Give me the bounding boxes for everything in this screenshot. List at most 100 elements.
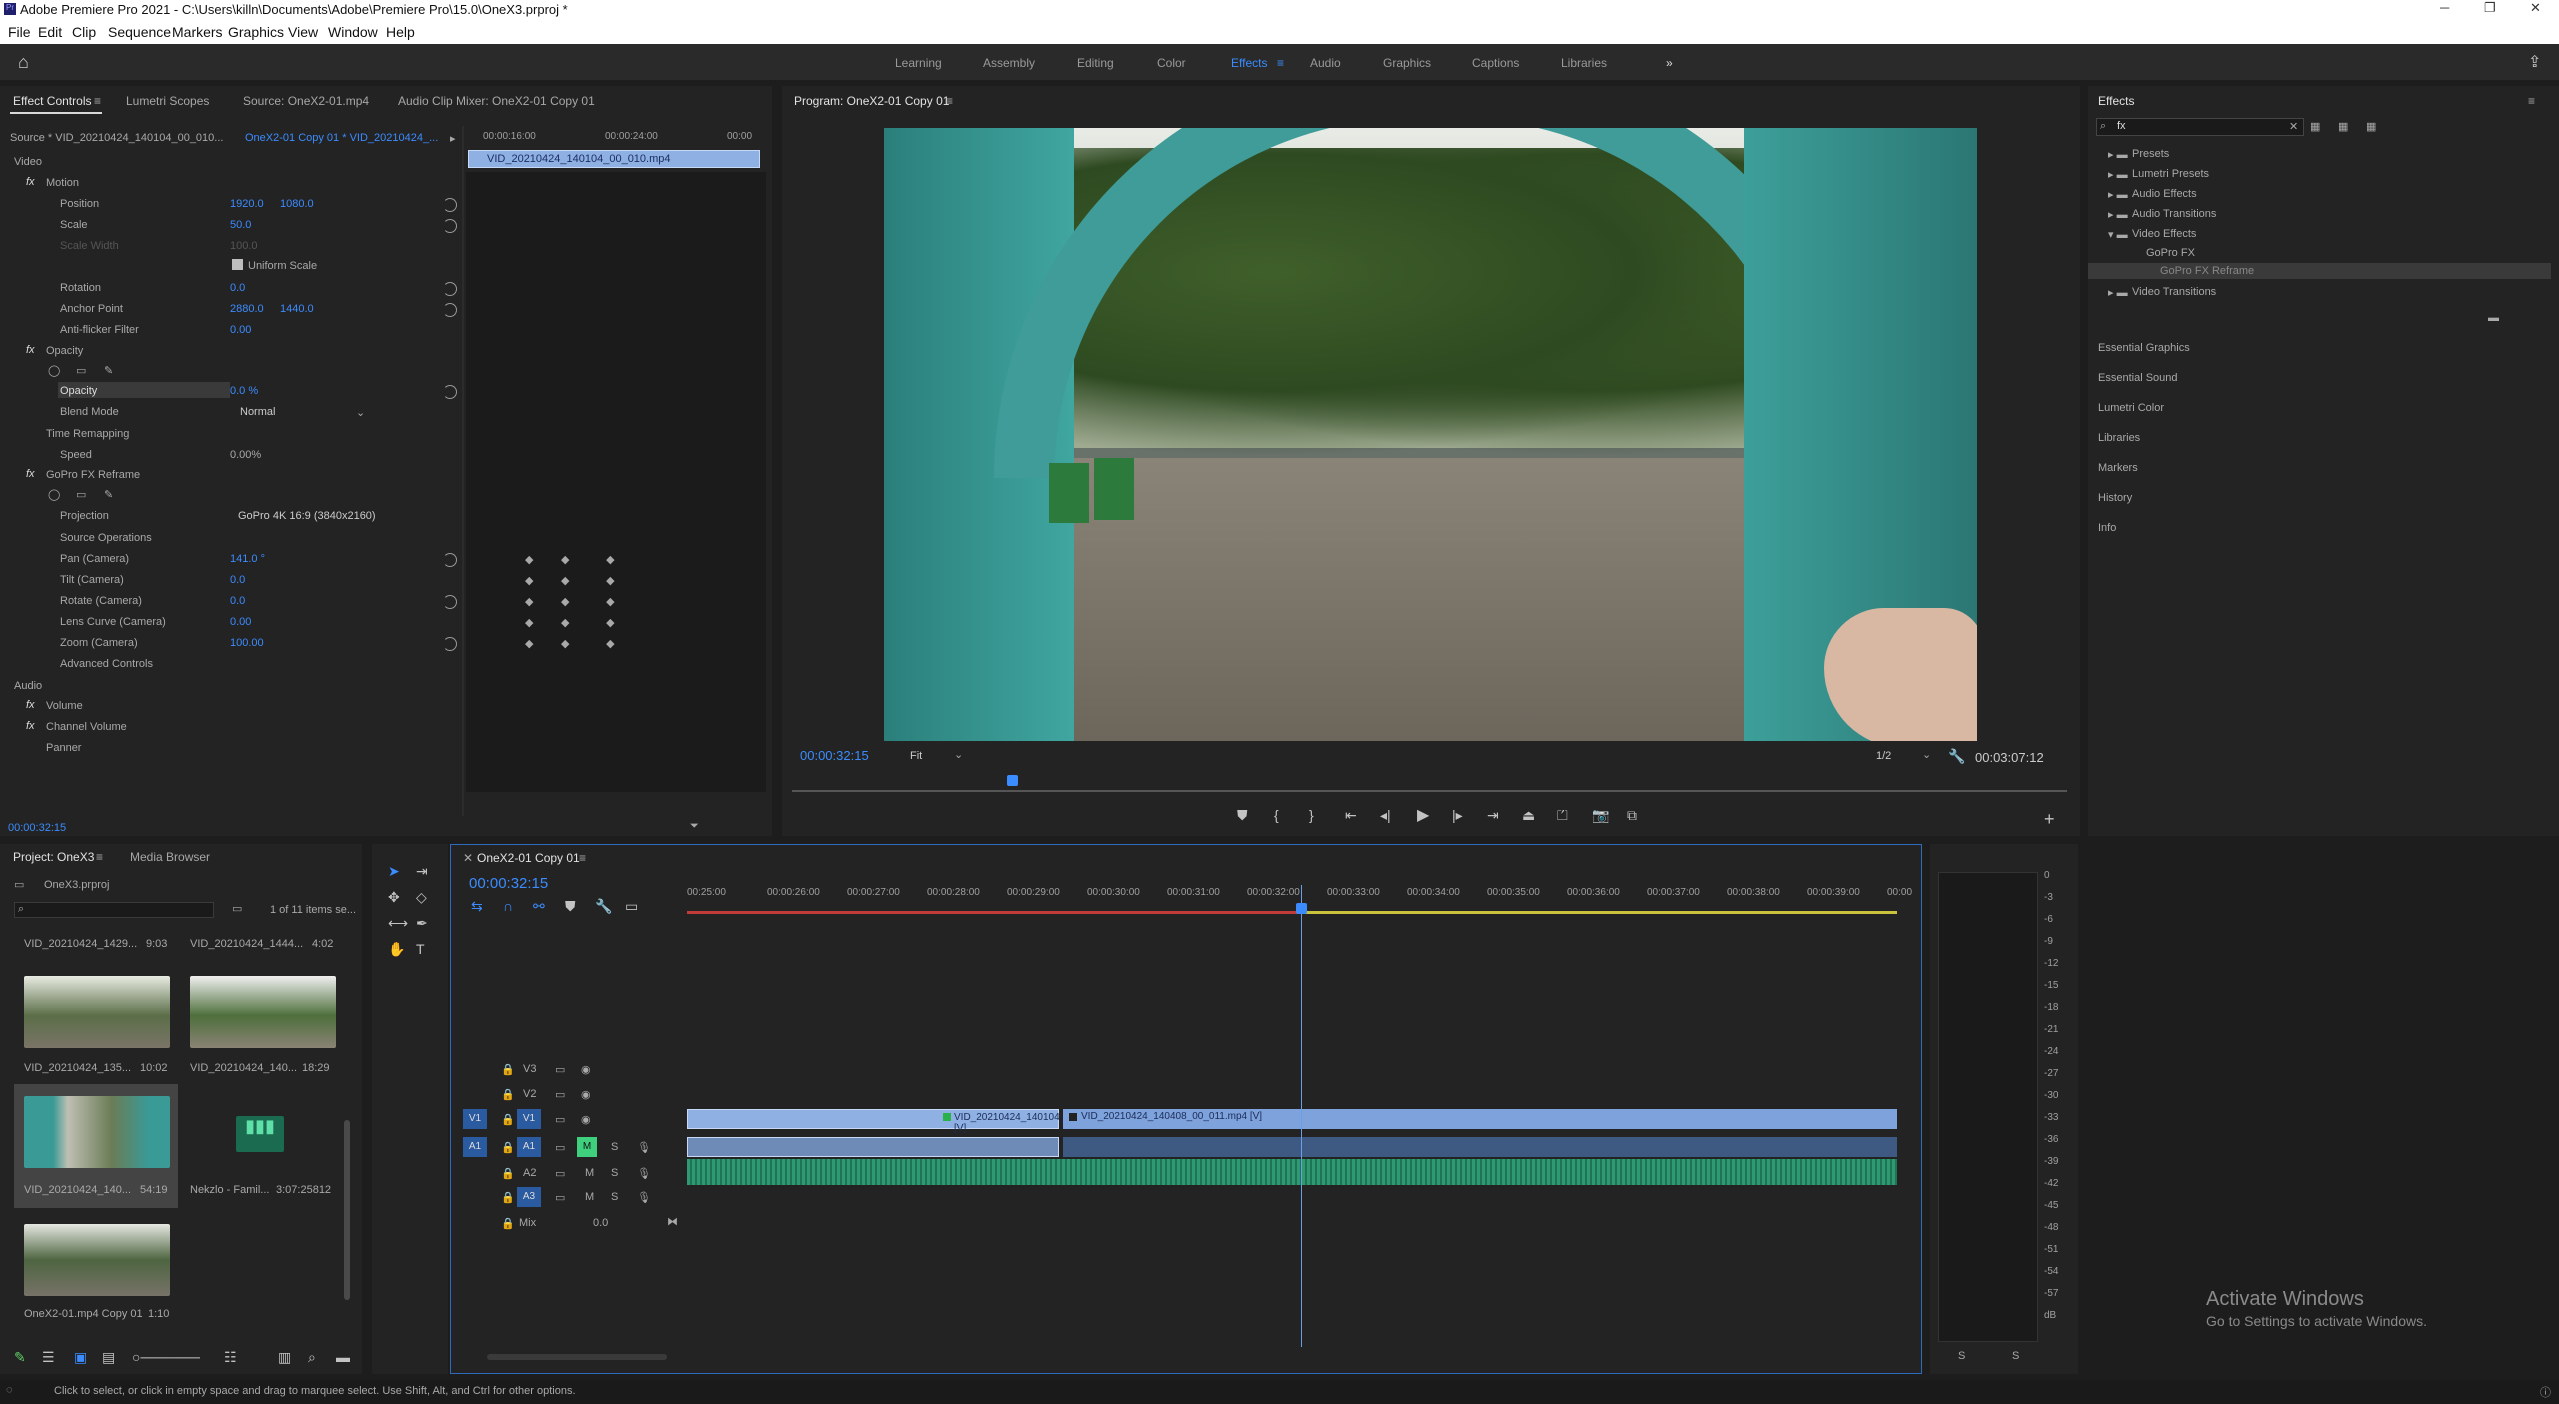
position-y[interactable]: 1080.0 [280, 198, 314, 210]
source-patch-a1[interactable]: A1 [463, 1137, 487, 1157]
go-to-out-icon[interactable]: ⇥ [1487, 808, 1499, 822]
timeline-close-icon[interactable]: ✕ [463, 851, 473, 865]
share-icon[interactable]: ⇪ [2528, 52, 2541, 72]
step-back-icon[interactable]: ◂| [1380, 808, 1391, 822]
reset-icon[interactable] [443, 219, 457, 233]
track-label-v1[interactable]: V1 [517, 1109, 541, 1129]
timeline-menu-icon[interactable]: ≡ [579, 851, 586, 865]
workspace-audio[interactable]: Audio [1310, 56, 1341, 70]
thumbnail[interactable] [24, 1224, 170, 1296]
a1-mute-button[interactable]: M [577, 1137, 597, 1157]
a2-sync-icon[interactable]: ▭ [555, 1167, 565, 1180]
workspace-menu-icon[interactable]: ≡ [1277, 56, 1284, 70]
a2-mute-button[interactable]: M [585, 1167, 594, 1179]
scrub-playhead[interactable] [1007, 775, 1018, 786]
effects-search-box[interactable]: ⌕ fx ✕ [2096, 118, 2304, 136]
tree-gopro-fx[interactable]: GoPro FX [2146, 247, 2195, 259]
a3-solo-button[interactable]: S [611, 1191, 618, 1203]
selection-tool-icon[interactable]: ➤ [388, 864, 400, 878]
effects-section-libraries[interactable]: Libraries [2098, 432, 2140, 444]
menu-window[interactable]: Window [328, 24, 378, 40]
mark-in-icon[interactable]: { [1274, 808, 1279, 822]
tree-audio-transitions[interactable]: Audio Transitions [2132, 208, 2216, 220]
v2-eye-icon[interactable]: ◉ [581, 1088, 591, 1101]
captions-icon[interactable]: ▭ [625, 899, 638, 913]
video-clip-2[interactable]: VID_20210424_140408_00_011.mp4 [V] [1063, 1109, 1897, 1129]
track-select-tool-icon[interactable]: ⇥ [416, 864, 428, 878]
menu-graphics[interactable]: Graphics [228, 24, 284, 40]
icon-view-icon[interactable]: ▣ [74, 1350, 87, 1364]
list-view-icon[interactable]: ☰ [42, 1350, 55, 1364]
fit-select[interactable]: Fit [910, 750, 922, 762]
tab-audio-clip-mixer[interactable]: Audio Clip Mixer: OneX2-01 Copy 01 [398, 94, 595, 108]
workspace-libraries[interactable]: Libraries [1561, 56, 1607, 70]
freeform-view-icon[interactable]: ▤ [102, 1350, 115, 1364]
accelerated-icon[interactable]: ▦ [2310, 120, 2320, 133]
gopro-pen-icon[interactable]: ✎ [104, 488, 113, 501]
pen-tool-icon[interactable]: ✒ [416, 916, 428, 930]
rotation-value[interactable]: 0.0 [230, 282, 245, 294]
effects-section-essential-graphics[interactable]: Essential Graphics [2098, 342, 2190, 354]
a3-sync-icon[interactable]: ▭ [555, 1191, 565, 1204]
pan-value[interactable]: 141.0 ° [230, 553, 265, 565]
a1-lock-icon[interactable]: 🔒 [501, 1141, 515, 1154]
effects-search-input[interactable]: fx [2117, 120, 2126, 132]
a2-lock-icon[interactable]: 🔒 [501, 1167, 515, 1180]
tree-audio-effects[interactable]: Audio Effects [2132, 188, 2197, 200]
ripple-edit-tool-icon[interactable]: ✥ [388, 890, 400, 904]
audio-thumbnail[interactable]: ▮▮▮ [236, 1116, 284, 1152]
tilt-value[interactable]: 0.0 [230, 574, 245, 586]
menu-icon[interactable]: ≡ [94, 94, 101, 108]
keyframe-icon[interactable]: ◆ ◆ ◆ [525, 574, 615, 587]
ellipse-mask-icon[interactable]: ◯ [48, 364, 60, 377]
a3-lock-icon[interactable]: 🔒 [501, 1191, 515, 1204]
ec-clip-bar[interactable]: VID_20210424_140104_00_010.mp4 [468, 150, 760, 168]
program-menu-icon[interactable]: ≡ [946, 94, 953, 108]
pen-mask-icon[interactable]: ✎ [104, 364, 113, 377]
effects-menu-icon[interactable]: ≡ [2528, 94, 2535, 108]
effects-section-lumetri-color[interactable]: Lumetri Color [2098, 402, 2164, 414]
minimize-icon[interactable]: ─ [2440, 0, 2449, 15]
add-marker-icon[interactable]: ⛊ [565, 899, 576, 913]
nest-icon[interactable]: ⇆ [471, 899, 483, 913]
workspace-more[interactable]: » [1666, 56, 1673, 70]
uniform-scale-checkbox[interactable] [232, 259, 243, 270]
workspace-graphics[interactable]: Graphics [1383, 56, 1431, 70]
effects-section-info[interactable]: Info [2098, 522, 2116, 534]
thumbnail[interactable] [24, 976, 170, 1048]
video-clip-1[interactable]: VID_20210424_140104_00_010.mp4 [V] [687, 1109, 1121, 1134]
reset-icon[interactable] [443, 282, 457, 296]
resolution-chevron-icon[interactable]: ⌄ [1922, 748, 1931, 761]
reset-icon[interactable] [443, 637, 457, 651]
speed-value[interactable]: 0.00% [230, 449, 261, 461]
keyframe-icon[interactable]: ◆ ◆ ◆ [525, 637, 615, 650]
yuv-icon[interactable]: ▦ [2366, 120, 2376, 133]
gopro-rect-icon[interactable]: ▭ [76, 488, 86, 501]
find-icon[interactable]: ⌕ [308, 1350, 316, 1364]
go-to-in-icon[interactable]: ⇤ [1345, 808, 1357, 822]
lens-value[interactable]: 0.00 [230, 616, 251, 628]
workspace-editing[interactable]: Editing [1077, 56, 1114, 70]
home-icon[interactable]: ⌂ [18, 52, 29, 73]
clear-icon[interactable]: ✕ [2289, 120, 2298, 133]
track-label-a1[interactable]: A1 [517, 1137, 541, 1157]
chevron-down-icon[interactable]: ⌄ [356, 406, 365, 419]
project-scrollbar[interactable] [344, 1120, 350, 1300]
menu-help[interactable]: Help [386, 24, 415, 40]
antiflicker-value[interactable]: 0.00 [230, 324, 251, 336]
menu-file[interactable]: File [8, 24, 31, 40]
scrub-bar[interactable] [792, 790, 2067, 792]
linked-selection-icon[interactable]: ⚯ [533, 899, 545, 913]
fit-chevron-icon[interactable]: ⌄ [954, 748, 963, 761]
a1-sync-icon[interactable]: ▭ [555, 1141, 565, 1154]
marker-icon[interactable]: ⛊ [1237, 808, 1248, 822]
tree-lumetri-presets[interactable]: Lumetri Presets [2132, 168, 2209, 180]
workspace-effects[interactable]: Effects [1231, 56, 1267, 70]
sequence-selector[interactable]: OneX2-01 Copy 01 * VID_20210424_... [245, 132, 438, 144]
slip-tool-icon[interactable]: ⟷ [388, 916, 408, 930]
audio-clip-2[interactable] [1063, 1137, 1897, 1157]
opacity-value[interactable]: 0.0 % [230, 385, 258, 397]
keyframe-icon[interactable]: ◆ ◆ ◆ [525, 616, 615, 629]
a1-mic-icon[interactable]: 🎙 [637, 1141, 651, 1154]
v1-sync-icon[interactable]: ▭ [555, 1113, 565, 1126]
